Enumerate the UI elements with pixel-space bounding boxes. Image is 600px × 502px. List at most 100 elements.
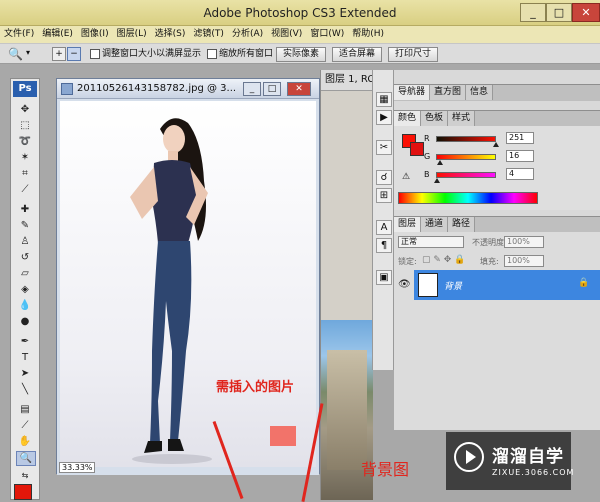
blur-tool-icon[interactable]: 💧 xyxy=(16,299,34,312)
r-value[interactable]: 251 xyxy=(506,132,534,144)
actions-icon[interactable]: ▶ xyxy=(376,110,392,125)
tab-color[interactable]: 颜色 xyxy=(394,111,422,126)
watermark: 溜溜自学 ZIXUE.3066.COM xyxy=(446,432,573,490)
maximize-button[interactable]: □ xyxy=(546,3,572,22)
paragraph-icon[interactable]: ¶ xyxy=(376,238,392,253)
dodge-tool-icon[interactable]: ● xyxy=(16,315,34,328)
doc-minimize-button[interactable]: _ xyxy=(243,82,261,96)
layer-comps-icon[interactable]: ▣ xyxy=(376,270,392,285)
layer-row-background[interactable]: 👁 背景 🔒 xyxy=(398,270,600,300)
eraser-tool-icon[interactable]: ▱ xyxy=(16,267,34,280)
type-tool-icon[interactable]: T xyxy=(16,351,34,364)
healing-brush-tool-icon[interactable]: ✚ xyxy=(16,203,34,216)
gamut-warning-icon[interactable]: ⚠ xyxy=(402,172,410,182)
fit-screen-button[interactable]: 适合屏幕 xyxy=(332,47,382,62)
move-tool-icon[interactable]: ✥ xyxy=(16,103,34,116)
tab-info[interactable]: 信息 xyxy=(466,85,494,100)
background-swatch[interactable] xyxy=(410,142,424,156)
brushes-icon[interactable]: ☌ xyxy=(376,170,392,185)
menu-help[interactable]: 帮助(H) xyxy=(348,26,388,43)
history-icon[interactable]: ▦ xyxy=(376,92,392,107)
crop-tool-icon[interactable]: ⌗ xyxy=(16,167,34,180)
menu-file[interactable]: 文件(F) xyxy=(0,26,38,43)
foreground-color-swatch[interactable] xyxy=(14,484,32,500)
tab-styles[interactable]: 样式 xyxy=(448,111,476,126)
blend-mode-select[interactable]: 正常 xyxy=(398,236,464,248)
lock-label: 锁定: xyxy=(398,257,417,266)
actual-pixels-button[interactable]: 实际像素 xyxy=(276,47,326,62)
tab-paths[interactable]: 路径 xyxy=(448,217,476,232)
print-size-button[interactable]: 打印尺寸 xyxy=(388,47,438,62)
zoom-in-icon[interactable]: + xyxy=(52,47,66,61)
magic-wand-tool-icon[interactable]: ✶ xyxy=(16,151,34,164)
tab-histogram[interactable]: 直方图 xyxy=(430,85,467,100)
menu-view[interactable]: 视图(V) xyxy=(267,26,306,43)
opacity-field[interactable]: 100% xyxy=(504,236,544,248)
zoom-level[interactable]: 33.33% xyxy=(59,462,95,473)
character-icon[interactable]: A xyxy=(376,220,392,235)
lasso-tool-icon[interactable]: ➰ xyxy=(16,135,34,148)
fill-field[interactable]: 100% xyxy=(504,255,544,267)
menu-layer[interactable]: 图层(L) xyxy=(113,26,151,43)
slice-tool-icon[interactable]: ⟋ xyxy=(16,183,34,196)
minimize-button[interactable]: _ xyxy=(520,3,546,22)
document-window[interactable]: 20110526143158782.jpg @ 3... _ □ ✕ 33.33… xyxy=(56,78,320,475)
tab-channels[interactable]: 通道 xyxy=(421,217,449,232)
close-button[interactable]: ✕ xyxy=(572,3,600,22)
g-value[interactable]: 16 xyxy=(506,150,534,162)
b-slider[interactable] xyxy=(436,172,496,178)
layer-name[interactable]: 背景 xyxy=(444,279,462,292)
notes-tool-icon[interactable]: ▤ xyxy=(16,403,34,416)
tab-navigator[interactable]: 导航器 xyxy=(394,85,431,100)
line-tool-icon[interactable]: ╲ xyxy=(16,383,34,396)
zoom-out-icon[interactable]: − xyxy=(67,47,81,61)
layers-tabs: 图层 通道 路径 xyxy=(394,216,600,233)
g-slider-thumb[interactable] xyxy=(437,160,443,165)
menu-filter[interactable]: 滤镜(T) xyxy=(189,26,228,43)
b-value[interactable]: 4 xyxy=(506,168,534,180)
menu-image[interactable]: 图像(I) xyxy=(77,26,113,43)
clone-source-icon[interactable]: ⊞ xyxy=(376,188,392,203)
r-slider-thumb[interactable] xyxy=(493,142,499,147)
color-spectrum-bar[interactable] xyxy=(398,192,538,204)
title-bar: Adobe Photoshop CS3 Extended _ □ ✕ xyxy=(0,0,600,26)
history-brush-tool-icon[interactable]: ↺ xyxy=(16,251,34,264)
blend-mode-value: 正常 xyxy=(401,237,417,246)
clone-stamp-tool-icon[interactable]: ♙ xyxy=(16,235,34,248)
doc-close-button[interactable]: ✕ xyxy=(287,82,311,96)
hand-tool-icon[interactable]: ✋ xyxy=(16,435,34,448)
zoom-tool-icon[interactable]: 🔍 xyxy=(8,47,23,61)
checkbox-box[interactable] xyxy=(207,48,217,59)
eye-icon[interactable]: 👁 xyxy=(398,279,411,290)
swap-colors-icon[interactable]: ⇆ xyxy=(16,469,34,482)
resize-windows-checkbox[interactable]: 调整窗口大小以满屏显示 xyxy=(90,48,201,61)
menu-edit[interactable]: 编辑(E) xyxy=(38,26,77,43)
pen-tool-icon[interactable]: ✒ xyxy=(16,335,34,348)
menu-window[interactable]: 窗口(W) xyxy=(306,26,348,43)
chevron-down-icon[interactable]: ▾ xyxy=(26,48,30,57)
path-selection-tool-icon[interactable]: ➤ xyxy=(16,367,34,380)
brush-tool-icon[interactable]: ✎ xyxy=(16,219,34,232)
tool-presets-icon[interactable]: ✂ xyxy=(376,140,392,155)
background-document-title[interactable]: 图层 1, RC xyxy=(321,70,377,91)
marquee-tool-icon[interactable]: ⬚ xyxy=(16,119,34,132)
zoom-all-windows-label: 缩放所有窗口 xyxy=(219,49,274,59)
g-slider[interactable] xyxy=(436,154,496,160)
b-slider-thumb[interactable] xyxy=(434,178,440,183)
zoom-tool-selected-icon[interactable]: 🔍 xyxy=(16,451,36,466)
r-slider[interactable] xyxy=(436,136,496,142)
lock-icons[interactable]: ▢ ✎ ✥ 🔒 xyxy=(422,255,465,265)
background-document-window[interactable]: 图层 1, RC xyxy=(320,70,377,500)
checkbox-box[interactable] xyxy=(90,48,100,59)
menu-select[interactable]: 选择(S) xyxy=(151,26,190,43)
paint-bucket-tool-icon[interactable]: ◈ xyxy=(16,283,34,296)
b-label: B xyxy=(424,170,430,179)
eyedropper-tool-icon[interactable]: ⟋ xyxy=(16,419,34,432)
menu-analysis[interactable]: 分析(A) xyxy=(228,26,267,43)
ruin-image xyxy=(327,350,367,470)
tab-swatches[interactable]: 色板 xyxy=(421,111,449,126)
zoom-all-windows-checkbox[interactable]: 缩放所有窗口 xyxy=(207,48,273,61)
doc-maximize-button[interactable]: □ xyxy=(263,82,281,96)
tab-layers[interactable]: 图层 xyxy=(394,217,422,232)
document-canvas[interactable] xyxy=(60,101,316,467)
